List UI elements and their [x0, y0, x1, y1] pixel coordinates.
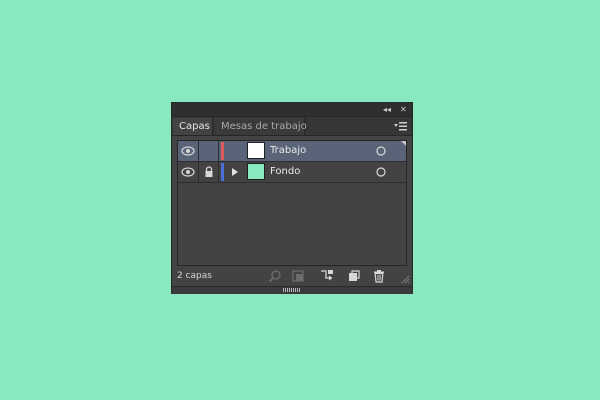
layers-panel: ◂◂ ✕ Capas Mesas de trabajo Trabajo Fond…: [171, 102, 413, 294]
layer-color-indicator: [221, 142, 224, 160]
layer-color-indicator: [221, 163, 224, 181]
panel-footer: 2 capas: [172, 266, 412, 286]
column-divider: [218, 162, 219, 182]
panel-drag-handle[interactable]: [172, 286, 412, 294]
close-panel-icon[interactable]: ✕: [400, 103, 407, 116]
selected-art-indicator: [401, 141, 406, 146]
delete-layer-icon[interactable]: [372, 269, 386, 283]
tab-capas[interactable]: Capas: [173, 118, 213, 135]
layer-thumbnail: [247, 163, 265, 180]
panel-titlebar[interactable]: ◂◂ ✕: [172, 103, 412, 117]
layer-name[interactable]: Trabajo: [270, 141, 306, 161]
make-clipping-mask-icon[interactable]: [291, 269, 305, 283]
column-divider: [198, 141, 199, 161]
layer-count: 2 capas: [177, 271, 212, 281]
locate-object-icon[interactable]: [268, 269, 282, 283]
lock-icon[interactable]: [203, 166, 215, 178]
expand-triangle-icon[interactable]: [230, 167, 240, 177]
collapse-panel-icon[interactable]: ◂◂: [383, 103, 391, 116]
eye-icon[interactable]: [181, 166, 195, 178]
tab-mesas-de-trabajo[interactable]: Mesas de trabajo: [215, 118, 307, 135]
target-circle-icon[interactable]: [376, 167, 386, 177]
create-sublayer-icon[interactable]: [320, 269, 334, 283]
create-new-layer-icon[interactable]: [347, 269, 361, 283]
resize-grip-icon[interactable]: [401, 275, 410, 284]
layer-thumbnail: [247, 142, 265, 159]
layer-row-trabajo[interactable]: Trabajo: [178, 141, 406, 162]
column-divider: [218, 141, 219, 161]
panel-menu-icon[interactable]: [394, 122, 407, 131]
layers-list: Trabajo Fondo: [177, 140, 407, 266]
layer-row-fondo[interactable]: Fondo: [178, 162, 406, 183]
panel-tabbar: Capas Mesas de trabajo: [172, 117, 412, 136]
eye-icon[interactable]: [181, 145, 195, 157]
target-circle-icon[interactable]: [376, 146, 386, 156]
column-divider: [198, 162, 199, 182]
layer-name[interactable]: Fondo: [270, 162, 300, 182]
grip-dots: [283, 288, 301, 292]
